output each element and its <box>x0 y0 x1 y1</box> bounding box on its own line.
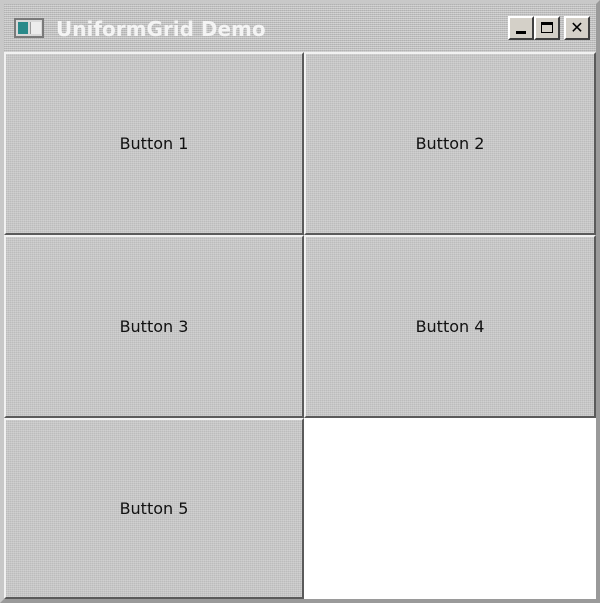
button-2[interactable]: Button 2 <box>304 52 596 235</box>
uniform-grid: Button 1 Button 2 Button 3 Button 4 Butt… <box>4 52 596 599</box>
close-button[interactable]: ✕ <box>564 16 590 40</box>
maximize-button[interactable] <box>534 16 560 40</box>
caption-buttons: ✕ <box>508 16 590 40</box>
close-icon: ✕ <box>570 18 584 37</box>
title-bar[interactable]: UniformGrid Demo ✕ <box>4 4 596 52</box>
minimize-icon <box>516 31 526 34</box>
app-window: UniformGrid Demo ✕ Button 1 Button 2 But… <box>0 0 600 603</box>
maximize-icon <box>541 22 553 33</box>
button-3[interactable]: Button 3 <box>4 235 304 418</box>
window-title: UniformGrid Demo <box>56 17 266 41</box>
button-5[interactable]: Button 5 <box>4 418 304 599</box>
app-window-icon[interactable] <box>14 18 44 38</box>
button-1[interactable]: Button 1 <box>4 52 304 235</box>
button-4[interactable]: Button 4 <box>304 235 596 418</box>
minimize-button[interactable] <box>508 16 534 40</box>
